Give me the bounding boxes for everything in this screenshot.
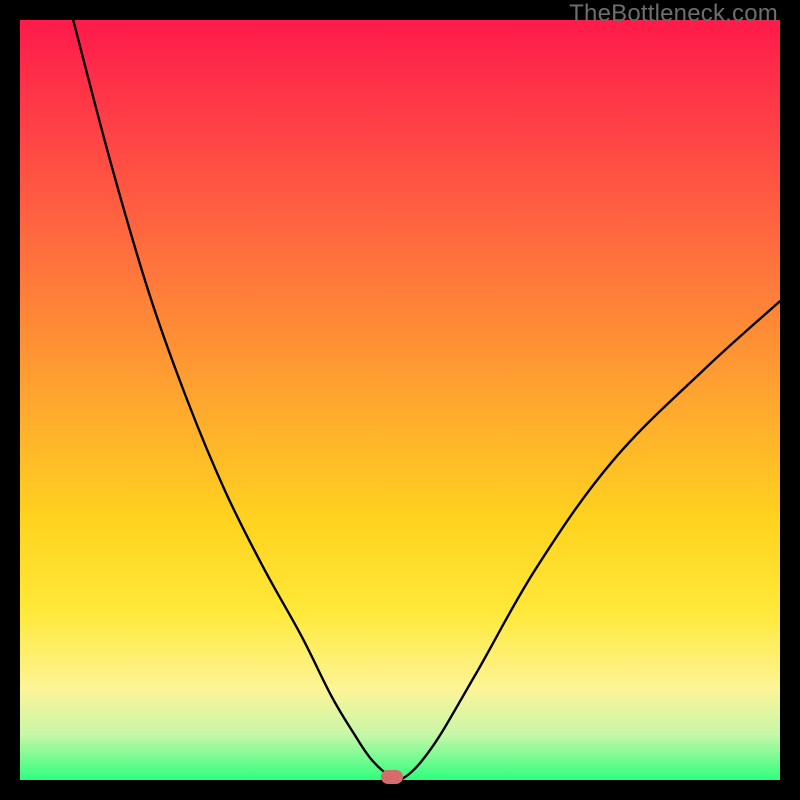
bottleneck-curve <box>20 20 780 780</box>
watermark-text: TheBottleneck.com <box>569 0 778 28</box>
curve-path <box>73 20 780 780</box>
optimal-marker <box>381 770 403 784</box>
plot-area <box>20 20 780 780</box>
chart-frame: TheBottleneck.com <box>0 0 800 800</box>
